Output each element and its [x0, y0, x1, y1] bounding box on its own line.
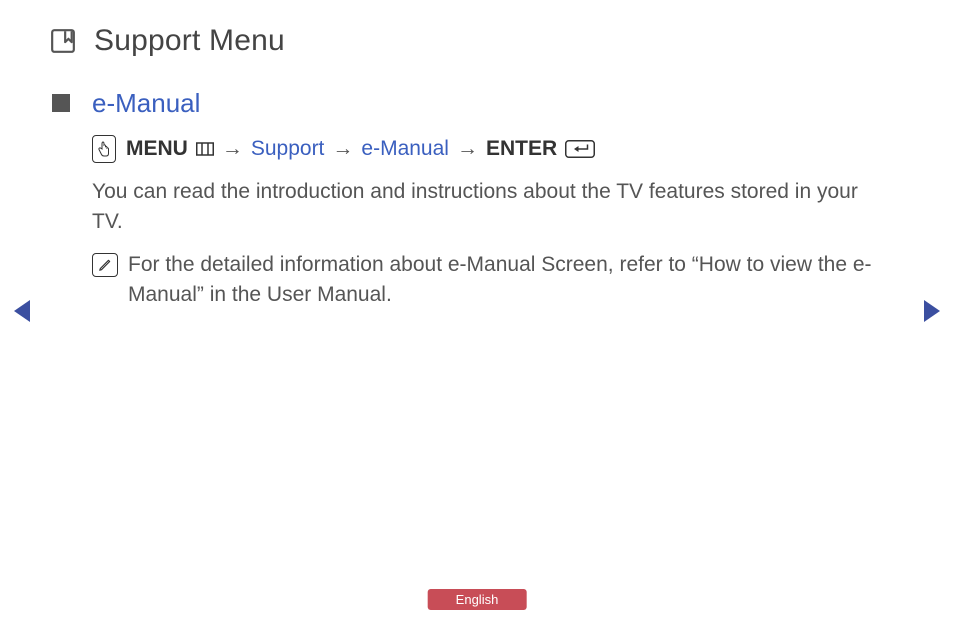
square-bullet-icon: [52, 94, 70, 112]
hand-pointer-icon: [92, 135, 116, 163]
breadcrumb-arrow-3: →: [457, 137, 478, 161]
note-row: For the detailed information about e-Man…: [92, 250, 904, 311]
title-row: Support Menu: [50, 24, 904, 58]
breadcrumb-step-support: Support: [251, 137, 325, 161]
breadcrumb-enter-label: ENTER: [486, 137, 557, 161]
page-title: Support Menu: [94, 24, 285, 58]
section-heading: e-Manual: [92, 88, 904, 119]
section-row: e-Manual MENU → Support →: [52, 88, 904, 311]
breadcrumb-arrow-1: →: [222, 137, 243, 161]
section-body-text: You can read the introduction and instru…: [92, 177, 872, 238]
breadcrumb-menu-label: MENU: [126, 137, 188, 161]
section-body: e-Manual MENU → Support →: [92, 88, 904, 311]
enter-icon: [565, 137, 595, 161]
previous-page-arrow[interactable]: [14, 300, 30, 322]
bookmark-icon: [50, 28, 76, 54]
breadcrumb-arrow-2: →: [332, 137, 353, 161]
page: Support Menu e-Manual MENU: [0, 0, 954, 624]
note-text: For the detailed information about e-Man…: [128, 250, 888, 311]
language-indicator: English: [428, 589, 527, 610]
breadcrumb-step-emanual: e-Manual: [361, 137, 449, 161]
next-page-arrow[interactable]: [924, 300, 940, 322]
breadcrumb: MENU → Support → e-Manual → ENTER: [92, 135, 904, 163]
pencil-note-icon: [92, 253, 118, 277]
menu-grid-icon: [196, 137, 214, 161]
